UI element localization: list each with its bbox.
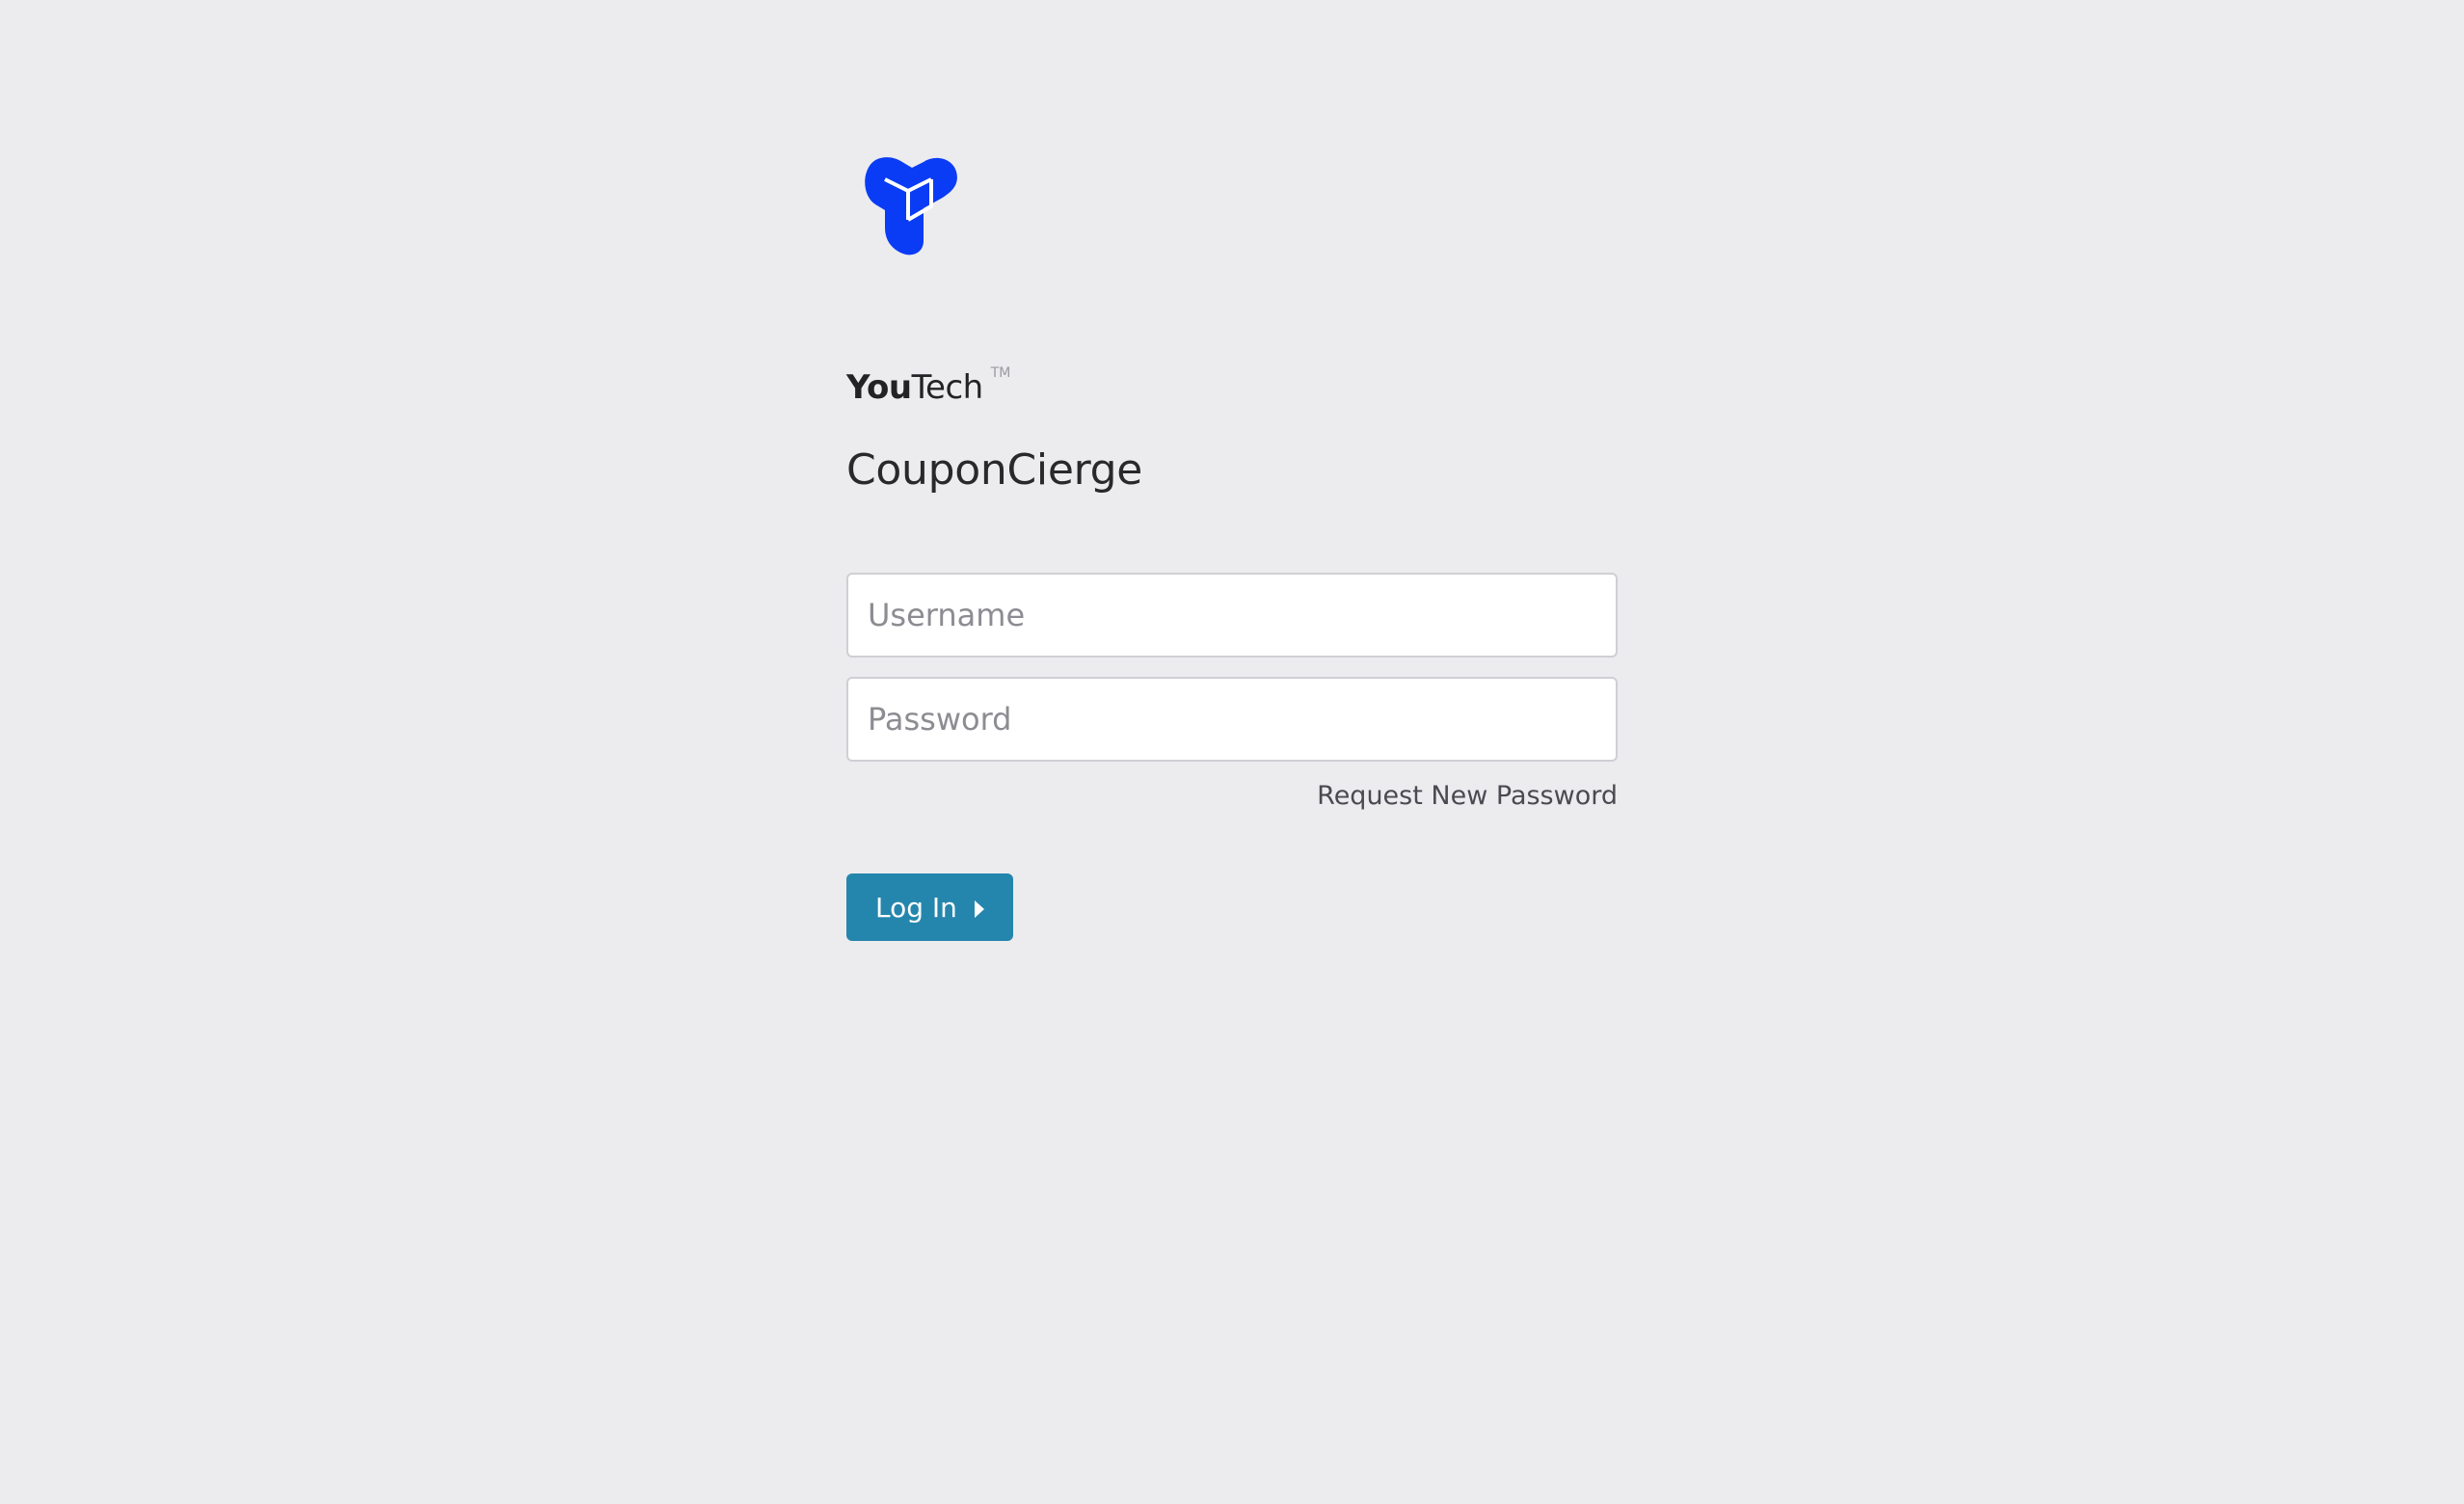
brand-wordmark: YouTech TM <box>846 365 1010 413</box>
page-title: CouponCierge <box>846 445 1142 495</box>
brand-name-light: Tech <box>911 368 984 407</box>
trademark-symbol: TM <box>990 365 1011 381</box>
username-input[interactable] <box>846 573 1618 658</box>
request-new-password-link[interactable]: Request New Password <box>1317 781 1618 811</box>
login-button[interactable]: Log In <box>846 873 1013 941</box>
caret-right-icon <box>974 900 984 918</box>
password-input[interactable] <box>846 677 1618 762</box>
brand-name: YouTech <box>846 368 983 407</box>
youtech-logo-icon <box>856 152 962 258</box>
login-button-label: Log In <box>875 891 957 924</box>
brand-name-bold: You <box>846 368 912 407</box>
